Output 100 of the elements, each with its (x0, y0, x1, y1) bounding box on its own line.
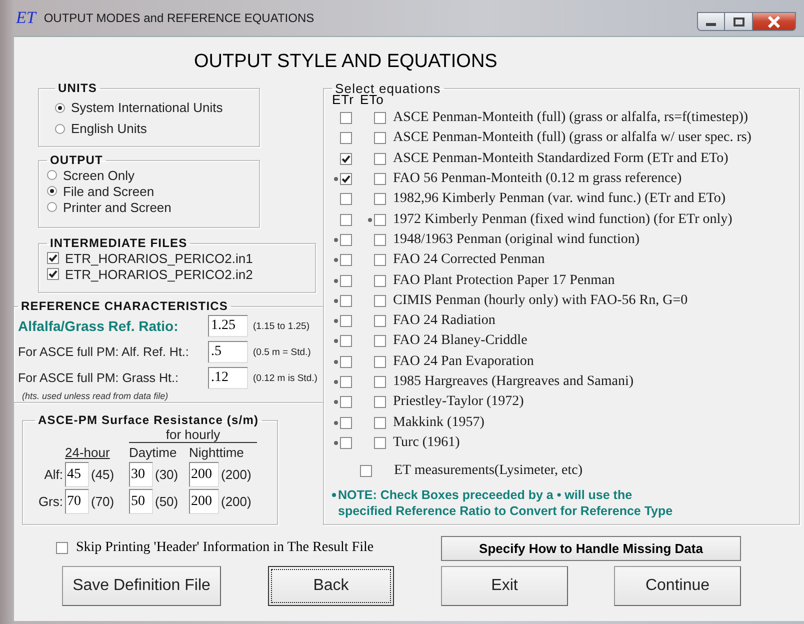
checkbox[interactable] (374, 274, 386, 287)
checkbox[interactable] (47, 268, 59, 280)
dialog-button[interactable]: Back (268, 566, 394, 606)
radio-button[interactable] (55, 102, 65, 112)
checkbox[interactable] (374, 234, 386, 246)
radio-option[interactable]: English Units (55, 118, 251, 139)
checkbox[interactable] (340, 234, 352, 246)
checkbox[interactable] (340, 356, 352, 368)
equation-label: Priestley-Taylor (1972) (393, 394, 524, 410)
equation-label: ASCE Penman-Monteith (full) (grass or alfalfa w/ user spec. rs) (393, 130, 752, 146)
field-label: Alfalfa/Grass Ref. Ratio: (18, 318, 180, 334)
checkbox[interactable] (374, 193, 386, 206)
window-title: OUTPUT MODES and REFERENCE EQUATIONS (44, 11, 314, 25)
row-label: Alf: (43, 467, 64, 482)
checkbox[interactable] (340, 416, 352, 429)
checkbox[interactable] (340, 436, 352, 449)
checkbox[interactable] (340, 214, 352, 226)
group-title: OUTPUT (49, 153, 104, 167)
input-field[interactable]: 30 (129, 462, 153, 487)
checkbox[interactable] (340, 294, 352, 307)
checkbox[interactable] (374, 416, 386, 429)
equation-label: ASCE Penman-Monteith Standardized Form (ETr and ETo) (393, 150, 728, 167)
checkbox[interactable] (340, 193, 352, 206)
radio-button[interactable] (55, 124, 65, 134)
checkbox[interactable] (47, 252, 59, 264)
equation-label: 1972 Kimberly Penman (fixed wind function) (for ETr only) (393, 212, 732, 228)
dialog-heading: OUTPUT STYLE AND EQUATIONS (193, 50, 498, 74)
radio-option[interactable]: Screen Only (47, 167, 251, 183)
minimize-button[interactable] (697, 12, 725, 31)
radio-button[interactable] (47, 170, 57, 180)
column-header: Nighttime (189, 445, 245, 460)
column-header: Daytime (129, 445, 178, 460)
close-icon (767, 16, 781, 28)
note-text: specified Reference Ratio to Convert for Reference Type (338, 503, 673, 520)
equation-label: ASCE Penman-Monteith (full) (grass or alfalfa, rs=f(timestep)) (393, 110, 748, 126)
checkbox[interactable] (340, 132, 352, 144)
dialog-button[interactable]: Save Definition File (62, 566, 221, 606)
group-title: REFERENCE CHARACTERISTICS (20, 299, 230, 313)
app-logo: ET (16, 8, 36, 28)
checkbox[interactable] (340, 376, 352, 388)
input-field[interactable]: 45 (65, 462, 89, 487)
checkbox[interactable] (374, 173, 386, 186)
equation-label: 1948/1963 Penman (original wind function) (393, 232, 640, 248)
field-label: For ASCE full PM: Alf. Ref. Ht.: (18, 345, 190, 359)
group-title: INTERMEDIATE FILES (49, 236, 188, 250)
checkbox[interactable] (340, 173, 352, 186)
checkbox[interactable] (374, 152, 386, 165)
input-field[interactable]: 200 (189, 462, 219, 487)
group-title: ASCE-PM Surface Resistance (s/m) (37, 413, 260, 427)
radio-option[interactable]: Printer and Screen (47, 199, 251, 215)
equation-label: FAO Plant Protection Paper 17 Penman (393, 272, 615, 289)
checkbox[interactable] (374, 132, 386, 144)
file-option[interactable]: ETR_HORARIOS_PERICO2.in2 (47, 266, 307, 282)
column-group-label: for hourly (129, 427, 257, 443)
input-field[interactable]: .5 (208, 341, 248, 363)
file-option[interactable]: ETR_HORARIOS_PERICO2.in1 (47, 250, 307, 266)
checkbox[interactable] (374, 315, 386, 328)
checkbox[interactable] (360, 465, 372, 478)
radio-button[interactable] (47, 202, 57, 212)
missing-data-button[interactable]: Specify How to Handle Missing Data (441, 536, 741, 560)
checkbox[interactable] (374, 112, 386, 124)
field-hint: (1.15 to 1.25) (253, 320, 310, 332)
checkbox[interactable] (374, 335, 386, 348)
checkbox[interactable] (340, 112, 352, 124)
field-hint: (0.12 m is Std.) (253, 372, 318, 384)
equation-label: FAO 24 Blaney-Criddle (393, 333, 528, 350)
checkbox[interactable] (340, 152, 352, 165)
radio-button[interactable] (47, 186, 57, 196)
checkbox[interactable] (374, 396, 386, 408)
dialog-button[interactable]: Exit (441, 566, 568, 606)
checkbox[interactable] (340, 396, 352, 408)
checkbox[interactable] (374, 254, 386, 266)
checkbox[interactable] (374, 356, 386, 368)
checkbox[interactable] (56, 542, 68, 554)
column-header: 24-hour (65, 445, 111, 460)
checkbox[interactable] (374, 436, 386, 449)
dot-icon (332, 493, 336, 498)
checkbox[interactable] (374, 214, 386, 226)
checkbox[interactable] (340, 335, 352, 348)
dialog-button[interactable]: Continue (614, 566, 741, 606)
input-field[interactable]: 200 (189, 489, 219, 514)
default-value: (45) (91, 467, 114, 482)
checkbox[interactable] (340, 254, 352, 266)
checkbox[interactable] (374, 294, 386, 307)
equation-label: 1985 Hargreaves (Hargreaves and Samani) (393, 374, 634, 390)
checkbox-option[interactable]: Skip Printing 'Header' Information in The Result File (56, 540, 441, 556)
input-field[interactable]: 1.25 (208, 315, 248, 337)
input-field[interactable]: .12 (208, 367, 248, 389)
radio-option[interactable]: System International Units (55, 97, 251, 118)
maximize-button[interactable] (725, 12, 753, 31)
radio-option[interactable]: File and Screen (47, 183, 251, 199)
equation-label: FAO 24 Pan Evaporation (393, 354, 534, 370)
checkbox[interactable] (340, 274, 352, 287)
equation-label: Turc (1961) (393, 434, 460, 451)
input-field[interactable]: 50 (129, 489, 153, 514)
equation-label: Makkink (1957) (393, 414, 484, 431)
input-field[interactable]: 70 (65, 489, 89, 514)
checkbox[interactable] (374, 376, 386, 388)
close-button[interactable] (753, 12, 796, 31)
checkbox[interactable] (340, 315, 352, 328)
